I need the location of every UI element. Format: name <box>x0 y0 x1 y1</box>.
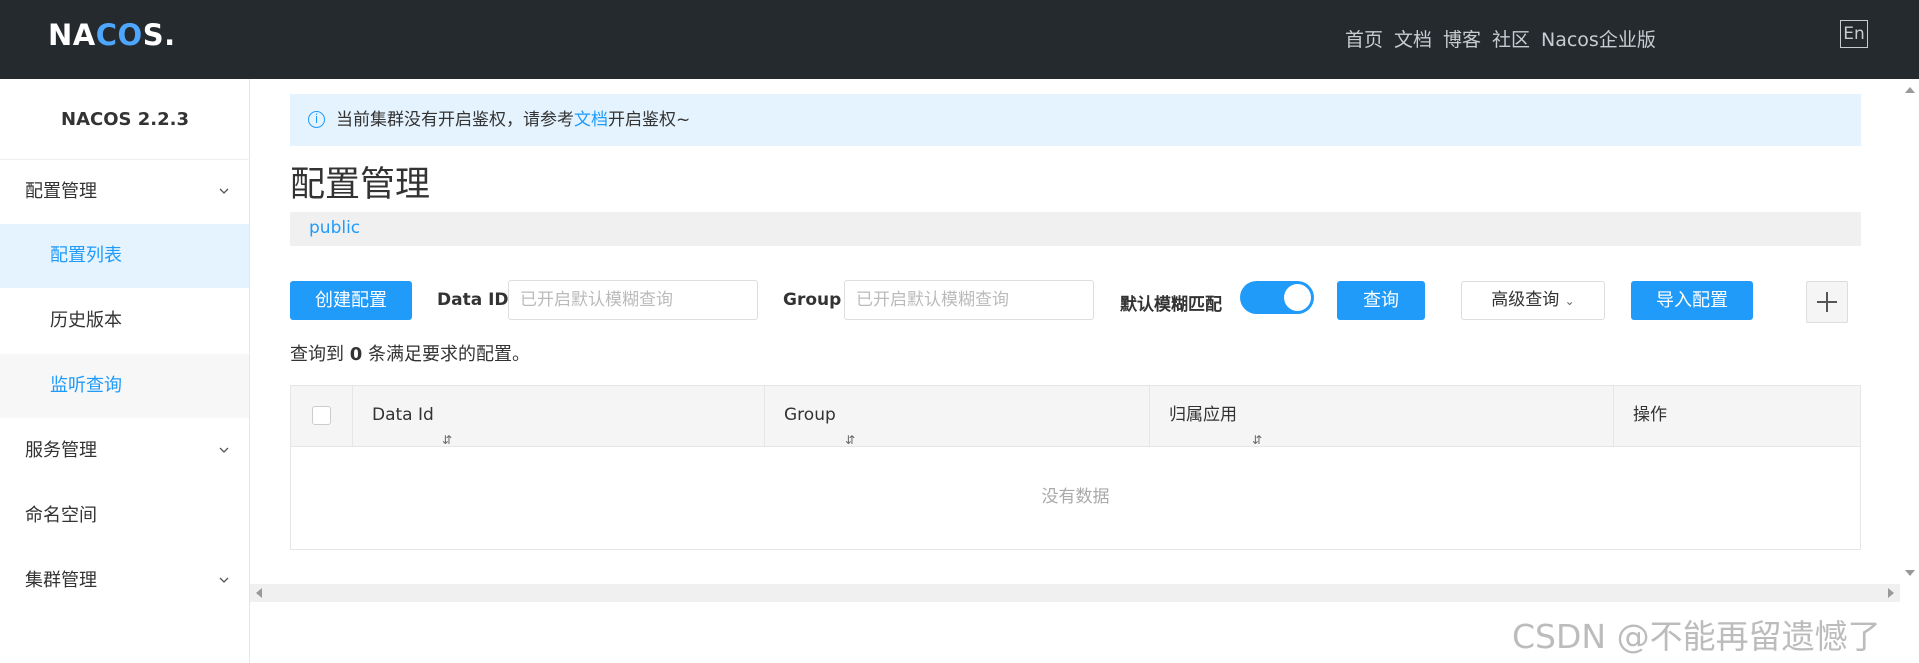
nacos-logo[interactable]: NACOS. <box>48 18 176 52</box>
namespace-public[interactable]: public <box>309 218 360 238</box>
advanced-query-label: 高级查询 <box>1491 290 1560 310</box>
auth-notice: i 当前集群没有开启鉴权，请参考文档开启鉴权~ <box>290 94 1861 146</box>
nav-docs[interactable]: 文档 <box>1394 25 1432 52</box>
result-suffix: 条满足要求的配置。 <box>368 344 530 365</box>
toggle-knob <box>1284 284 1311 311</box>
column-data-id[interactable]: Data Id ⇵ <box>353 386 765 447</box>
main-content: i 当前集群没有开启鉴权，请参考文档开启鉴权~ 配置管理 public 创建配置… <box>250 79 1919 663</box>
query-result-summary: 查询到 0 条满足要求的配置。 <box>290 340 530 366</box>
table-header: Data Id ⇵ Group ⇵ 归属应用 ⇵ 操作 <box>291 386 1860 447</box>
watermark: CSDN @不能再留遗憾了 <box>1512 617 1881 656</box>
data-id-label: Data ID <box>437 290 509 310</box>
vertical-scrollbar[interactable] <box>1900 79 1919 584</box>
config-table: Data Id ⇵ Group ⇵ 归属应用 ⇵ 操作 没有数据 <box>290 385 1861 550</box>
chevron-down-icon: ⌄ <box>1564 294 1575 308</box>
info-icon: i <box>308 111 325 128</box>
fuzzy-match-label: 默认模糊匹配 <box>1120 295 1222 315</box>
sidebar-item-label: 历史版本 <box>50 310 122 331</box>
scroll-left-icon[interactable] <box>256 588 262 598</box>
column-group[interactable]: Group ⇵ <box>765 386 1150 447</box>
sidebar-item-service-management[interactable]: 服务管理 <box>0 419 249 483</box>
group-label: Group <box>783 290 842 310</box>
column-label: Data Id <box>372 405 434 425</box>
sidebar-item-config-list[interactable]: 配置列表 <box>0 224 249 288</box>
chevron-down-icon <box>219 188 229 194</box>
select-all-column <box>291 386 353 446</box>
top-navbar: NACOS. 首页 文档 博客 社区 Nacos企业版 En <box>0 0 1919 79</box>
import-config-button[interactable]: 导入配置 <box>1631 281 1753 320</box>
empty-state: 没有数据 <box>1041 487 1110 507</box>
sidebar-item-label: 配置列表 <box>50 245 122 266</box>
query-button[interactable]: 查询 <box>1337 281 1425 320</box>
scroll-up-icon[interactable] <box>1905 87 1915 93</box>
fuzzy-match-toggle[interactable] <box>1240 281 1314 314</box>
language-toggle-button[interactable]: En <box>1840 20 1868 48</box>
nav-home[interactable]: 首页 <box>1345 25 1383 52</box>
chevron-down-icon <box>219 447 229 453</box>
column-label: 操作 <box>1633 405 1667 425</box>
nav-enterprise[interactable]: Nacos企业版 <box>1541 25 1656 52</box>
notice-text-suffix: 开启鉴权~ <box>608 110 691 130</box>
column-actions: 操作 <box>1614 386 1860 446</box>
sidebar-item-label: 配置管理 <box>25 181 97 202</box>
nav-community[interactable]: 社区 <box>1492 25 1530 52</box>
column-app[interactable]: 归属应用 ⇵ <box>1150 386 1614 447</box>
advanced-query-button[interactable]: 高级查询 ⌄ <box>1461 281 1605 320</box>
result-count: 0 <box>349 344 363 365</box>
sidebar-item-label: 服务管理 <box>25 440 97 461</box>
nav-blog[interactable]: 博客 <box>1443 25 1481 52</box>
chevron-down-icon <box>219 577 229 583</box>
sidebar-item-label: 命名空间 <box>25 505 97 526</box>
sidebar-item-label: 集群管理 <box>25 570 97 591</box>
sidebar-item-label: 监听查询 <box>50 375 122 396</box>
version-label: NACOS 2.2.3 <box>0 79 250 160</box>
sidebar: NACOS 2.2.3 配置管理 配置列表 历史版本 监听查询 服务管理 命名空… <box>0 79 250 663</box>
notice-text-prefix: 当前集群没有开启鉴权，请参考 <box>336 110 574 130</box>
sidebar-item-listener-query[interactable]: 监听查询 <box>0 354 249 418</box>
page-title: 配置管理 <box>290 165 431 205</box>
notice-doc-link[interactable]: 文档 <box>574 110 608 130</box>
group-input[interactable] <box>844 280 1094 320</box>
result-prefix: 查询到 <box>290 344 344 365</box>
sidebar-item-history[interactable]: 历史版本 <box>0 289 249 353</box>
create-config-button[interactable]: 创建配置 <box>290 281 412 320</box>
select-all-checkbox[interactable] <box>312 406 331 425</box>
sidebar-item-config-management[interactable]: 配置管理 <box>0 160 249 224</box>
data-id-input[interactable] <box>508 280 758 320</box>
column-label: Group <box>784 405 836 425</box>
sidebar-item-cluster-management[interactable]: 集群管理 <box>0 549 249 613</box>
scroll-right-icon[interactable] <box>1888 588 1894 598</box>
plus-icon[interactable] <box>1806 281 1848 323</box>
sidebar-item-namespace[interactable]: 命名空间 <box>0 484 249 548</box>
namespace-bar: public <box>290 212 1861 246</box>
scroll-down-icon[interactable] <box>1905 570 1915 576</box>
horizontal-scrollbar[interactable] <box>250 584 1900 602</box>
column-label: 归属应用 <box>1169 405 1237 425</box>
